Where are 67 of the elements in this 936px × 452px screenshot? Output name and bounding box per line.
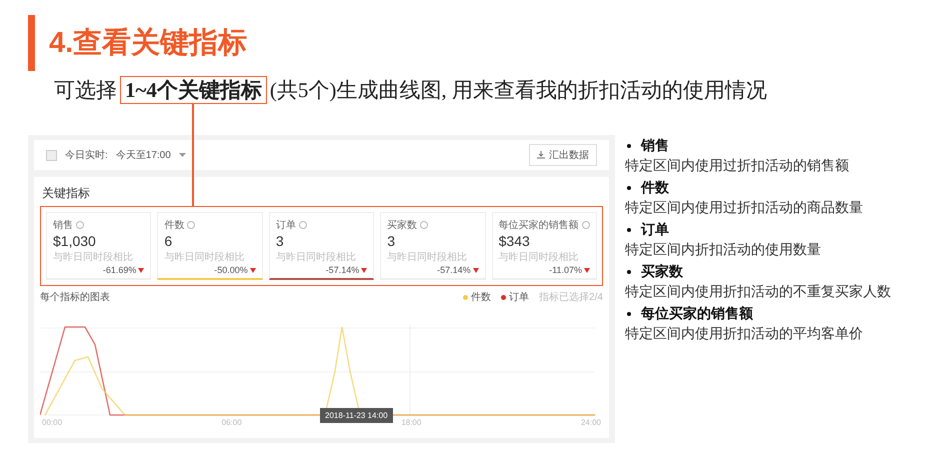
metric-card[interactable]: 订单 3 与昨日同时段相比 -57.14% bbox=[268, 212, 374, 280]
chart-title: 每个指标的图表 bbox=[40, 290, 110, 304]
down-arrow-icon bbox=[584, 267, 590, 273]
legend-label: 订单 bbox=[509, 290, 530, 304]
caret-icon bbox=[178, 153, 186, 157]
term-description: 特定区间内使用过折扣活动的销售额 bbox=[625, 156, 850, 175]
change-value: -57.14% bbox=[437, 265, 471, 275]
metric-label: 订单 bbox=[276, 218, 296, 232]
change-value: -11.07% bbox=[549, 265, 582, 275]
down-arrow-icon bbox=[138, 267, 144, 273]
metric-card[interactable]: 件数 6 与昨日同时段相比 -50.00% bbox=[157, 212, 263, 280]
metric-label: 每位买家的销售额 bbox=[498, 218, 579, 232]
metric-value: $1,030 bbox=[53, 233, 97, 249]
info-icon bbox=[187, 221, 196, 229]
info-icon bbox=[76, 221, 84, 229]
term-label: 订单 bbox=[641, 221, 669, 239]
legend-label: 件数 bbox=[471, 291, 492, 304]
term-label: 件数 bbox=[641, 179, 669, 197]
accent-bar bbox=[28, 15, 35, 71]
bullet-icon bbox=[627, 312, 631, 316]
chart-tooltip: 2018-11-23 14:00 bbox=[320, 408, 393, 423]
term-description: 特定区间内使用折扣活动的平均客单价 bbox=[625, 324, 864, 343]
download-icon bbox=[537, 151, 545, 159]
term-label: 销售 bbox=[641, 137, 669, 155]
filter-label: 今日实时: bbox=[65, 148, 108, 162]
comparison-label: 与昨日同时段相比 bbox=[276, 250, 357, 264]
comparison-label: 与昨日同时段相比 bbox=[498, 250, 580, 264]
term-description: 特定区间内折扣活动的使用数量 bbox=[625, 240, 822, 259]
bullet-icon bbox=[627, 270, 631, 274]
term-label: 每位买家的销售额 bbox=[641, 305, 753, 323]
metric-label: 件数 bbox=[164, 219, 184, 232]
metric-card[interactable]: 销售 $1,030 与昨日同时段相比 -61.69% bbox=[46, 212, 152, 280]
metric-value: $343 bbox=[498, 233, 531, 249]
info-icon bbox=[298, 221, 307, 229]
metric-label: 买家数 bbox=[387, 218, 418, 232]
change-value: -50.00% bbox=[214, 265, 248, 275]
metric-label: 销售 bbox=[53, 219, 73, 232]
down-arrow-icon bbox=[361, 267, 368, 273]
term-description: 特定区间内使用过折扣活动的商品数量 bbox=[625, 198, 864, 217]
down-arrow-icon bbox=[472, 267, 479, 273]
axis-label: 18:00 bbox=[401, 418, 422, 427]
change-value: -61.69% bbox=[102, 265, 136, 275]
term-label: 买家数 bbox=[641, 263, 683, 281]
metric-card[interactable]: 每位买家的销售额 $343 与昨日同时段相比 -11.07% bbox=[492, 212, 598, 280]
axis-label: 06:00 bbox=[222, 418, 242, 427]
comparison-label: 与昨日同时段相比 bbox=[164, 250, 246, 264]
export-button[interactable]: 汇出数据 bbox=[529, 144, 597, 166]
comparison-label: 与昨日同时段相比 bbox=[53, 250, 134, 264]
bullet-icon bbox=[627, 144, 631, 148]
bullet-icon bbox=[627, 186, 631, 190]
axis-label: 24:00 bbox=[580, 418, 601, 427]
bullet-icon bbox=[627, 228, 631, 232]
comparison-label: 与昨日同时段相比 bbox=[387, 250, 468, 264]
slide-title: 4.查看关键指标 bbox=[49, 26, 248, 61]
filter-value[interactable]: 今天至17:00 bbox=[116, 148, 171, 162]
term-description: 特定区间内使用折扣活动的不重复买家人数 bbox=[625, 282, 892, 301]
change-value: -57.14% bbox=[326, 265, 360, 275]
legend-note: 指标已选择2/4 bbox=[539, 290, 603, 304]
metric-value: 6 bbox=[164, 233, 174, 249]
metric-card[interactable]: 买家数 3 与昨日同时段相比 -57.14% bbox=[380, 212, 486, 280]
info-icon bbox=[420, 221, 428, 229]
metric-value: 3 bbox=[387, 233, 396, 249]
info-icon bbox=[582, 221, 590, 229]
axis-label: 00:00 bbox=[42, 418, 62, 427]
section-title: 关键指标 bbox=[42, 185, 91, 202]
metric-value: 3 bbox=[276, 233, 285, 249]
down-arrow-icon bbox=[250, 267, 256, 273]
